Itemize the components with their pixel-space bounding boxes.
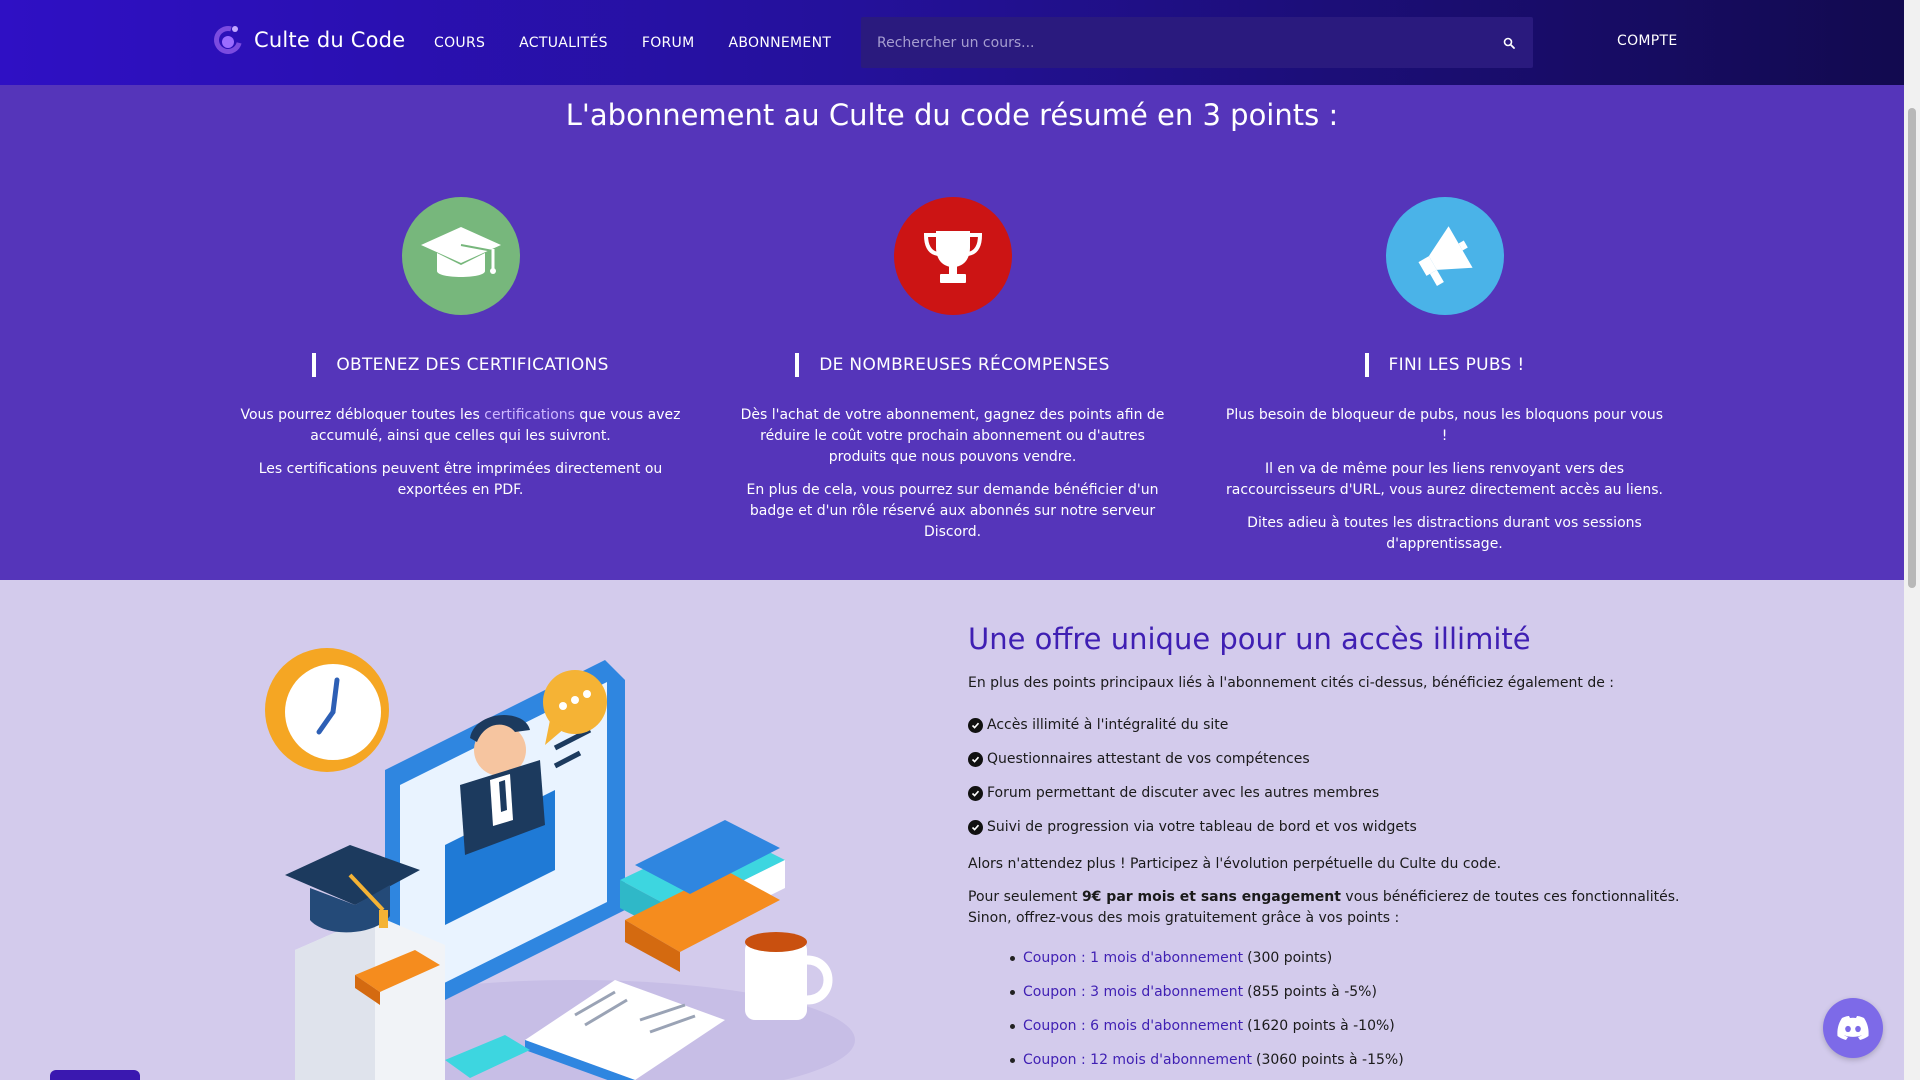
- site-logo[interactable]: Culte du Code: [208, 20, 406, 60]
- check-circle-icon: [968, 785, 983, 801]
- feature-text: En plus de cela, vous pourrez sur demand…: [746, 482, 1159, 540]
- check-circle-icon: [968, 751, 983, 767]
- features-section: L'abonnement au Culte du code résumé en …: [0, 85, 1904, 580]
- list-item: Coupon : 1 mois d'abonnement (300 points): [1010, 941, 1688, 975]
- nav-forum[interactable]: FORUM: [642, 35, 695, 51]
- offer-cta-text: Alors n'attendez plus ! Participez à l'é…: [968, 856, 1502, 872]
- main-nav: COURS ACTUALITÉS FORUM ABONNEMENT: [434, 0, 865, 85]
- list-item: Suivi de progression via votre tableau d…: [968, 810, 1688, 844]
- search-icon: [1503, 37, 1515, 49]
- check-circle-icon: [968, 819, 983, 835]
- coupon-link-1-month[interactable]: Coupon : 1 mois d'abonnement: [1023, 950, 1243, 966]
- offer-price-text: Pour seulement 9€ par mois et sans engag…: [968, 889, 1680, 926]
- graduation-cap-icon: [401, 197, 520, 315]
- feature-title: DE NOMBREUSES RÉCOMPENSES: [795, 353, 1109, 377]
- scrollbar-thumb[interactable]: [1908, 108, 1916, 588]
- feature-text: Il en va de même pour les liens renvoyan…: [1226, 461, 1663, 498]
- megaphone-icon: [1385, 197, 1504, 315]
- coupon-link-6-months[interactable]: Coupon : 6 mois d'abonnement: [1023, 1018, 1243, 1034]
- search-button[interactable]: [1485, 17, 1533, 68]
- feature-text: Dites adieu à toutes les distractions du…: [1247, 515, 1642, 552]
- coupon-link-12-months[interactable]: Coupon : 12 mois d'abonnement: [1023, 1052, 1252, 1068]
- account-link[interactable]: COMPTE: [1617, 33, 1678, 49]
- scrollbar[interactable]: [1904, 0, 1920, 1080]
- nav-cours[interactable]: COURS: [434, 35, 485, 51]
- list-item: Coupon : 6 mois d'abonnement (1620 points…: [1010, 1009, 1688, 1043]
- trophy-icon: [893, 197, 1012, 315]
- price-highlight: 9€ par mois et sans engagement: [1081, 889, 1341, 905]
- offer-intro: En plus des points principaux liés à l'a…: [968, 675, 1615, 691]
- nav-abonnement[interactable]: ABONNEMENT: [729, 35, 832, 51]
- feature-text: Les certifications peuvent être imprimée…: [258, 461, 663, 498]
- search-input[interactable]: [861, 17, 1485, 68]
- feature-certifications: OBTENEZ DES CERTIFICATIONS Vous pourrez …: [238, 197, 683, 501]
- online-learning-illustration: [265, 648, 855, 1080]
- list-item: Coupon : 3 mois d'abonnement (855 points …: [1010, 975, 1688, 1009]
- list-item: Forum permettant de discuter avec les au…: [968, 776, 1688, 810]
- bottom-widget-tab[interactable]: [50, 1070, 140, 1080]
- feature-text: Dès l'achat de votre abonnement, gagnez …: [740, 407, 1165, 465]
- feature-no-ads: FINI LES PUBS ! Plus besoin de bloqueur …: [1222, 197, 1667, 555]
- feature-title: OBTENEZ DES CERTIFICATIONS: [312, 353, 608, 377]
- offer-title: Une offre unique pour un accès illimité: [968, 622, 1531, 656]
- logo-text: Culte du Code: [254, 28, 406, 52]
- list-item: Accès illimité à l'intégralité du site: [968, 708, 1688, 742]
- feature-rewards: DE NOMBREUSES RÉCOMPENSES Dès l'achat de…: [730, 197, 1175, 543]
- features-title: L'abonnement au Culte du code résumé en …: [565, 98, 1339, 132]
- discord-button[interactable]: [1823, 998, 1883, 1058]
- site-header: Culte du Code COURS ACTUALITÉS FORUM ABO…: [0, 0, 1904, 85]
- coupon-link-3-months[interactable]: Coupon : 3 mois d'abonnement: [1023, 984, 1243, 1000]
- feature-text: Plus besoin de bloqueur de pubs, nous le…: [1225, 407, 1664, 444]
- benefits-list: Accès illimité à l'intégralité du site Q…: [968, 708, 1688, 844]
- list-item: Questionnaires attestant de vos compéten…: [968, 742, 1688, 776]
- coupons-list: Coupon : 1 mois d'abonnement (300 points)…: [1010, 941, 1688, 1077]
- feature-text: Vous pourrez débloquer toutes les certif…: [240, 407, 681, 444]
- nav-actualites[interactable]: ACTUALITÉS: [519, 35, 608, 51]
- discord-icon: [1837, 1016, 1869, 1040]
- logo-icon: [208, 20, 248, 60]
- check-circle-icon: [968, 717, 983, 733]
- certifications-link[interactable]: certifications: [484, 407, 575, 423]
- feature-title: FINI LES PUBS !: [1364, 353, 1525, 377]
- search-bar: [861, 17, 1533, 68]
- offer-section: Une offre unique pour un accès illimité …: [968, 622, 1688, 1077]
- list-item: Coupon : 12 mois d'abonnement (3060 point…: [1010, 1043, 1688, 1077]
